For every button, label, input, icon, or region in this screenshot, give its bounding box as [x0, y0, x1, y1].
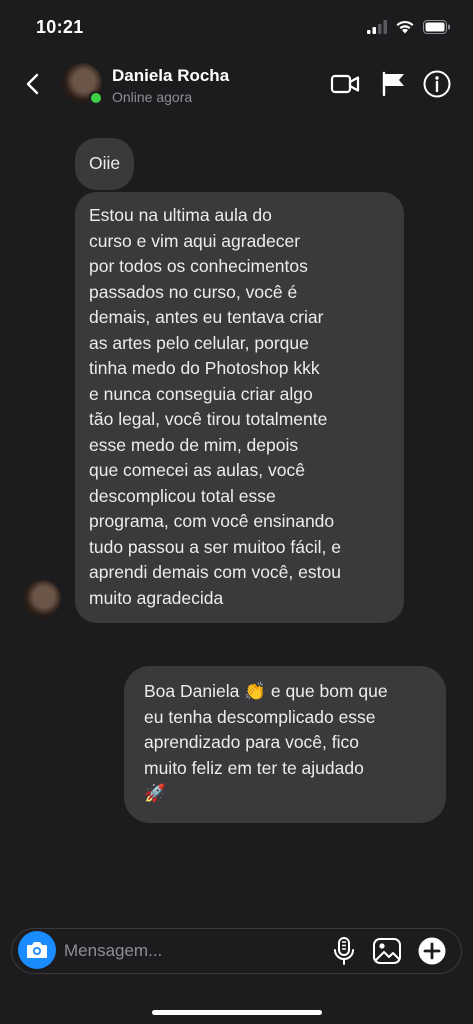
microphone-icon[interactable] [329, 936, 359, 966]
info-icon[interactable] [422, 69, 452, 99]
message-bubble-received[interactable]: Oiie [75, 138, 135, 190]
contact-status: Online agora [112, 89, 193, 105]
wifi-icon [395, 19, 415, 34]
home-indicator [152, 1010, 322, 1015]
plus-circle-icon[interactable] [417, 936, 447, 966]
chat-header: Daniela Rocha Online agora [0, 56, 473, 114]
status-time: 10:21 [36, 17, 84, 37]
video-camera-icon[interactable] [330, 69, 360, 99]
online-indicator [89, 91, 103, 105]
signal-icon [367, 19, 387, 34]
message-thread[interactable]: Oiie Estou na ultima aula do curso e vim… [0, 114, 473, 924]
status-bar: 10:21 [0, 0, 473, 56]
message-bubble-sent[interactable]: Boa Daniela 👏 e que bom que eu tenha des… [124, 666, 446, 823]
back-icon[interactable] [18, 69, 48, 99]
battery-icon [423, 19, 451, 34]
contact-name[interactable]: Daniela Rocha [112, 66, 229, 86]
message-input[interactable] [64, 937, 314, 965]
camera-button[interactable] [18, 931, 56, 969]
sender-avatar[interactable] [23, 580, 61, 618]
flag-icon[interactable] [379, 69, 409, 99]
image-icon[interactable] [372, 936, 402, 966]
message-bubble-received[interactable]: Estou na ultima aula do curso e vim aqui… [75, 192, 404, 623]
status-icons [367, 19, 451, 34]
camera-icon [26, 941, 48, 959]
